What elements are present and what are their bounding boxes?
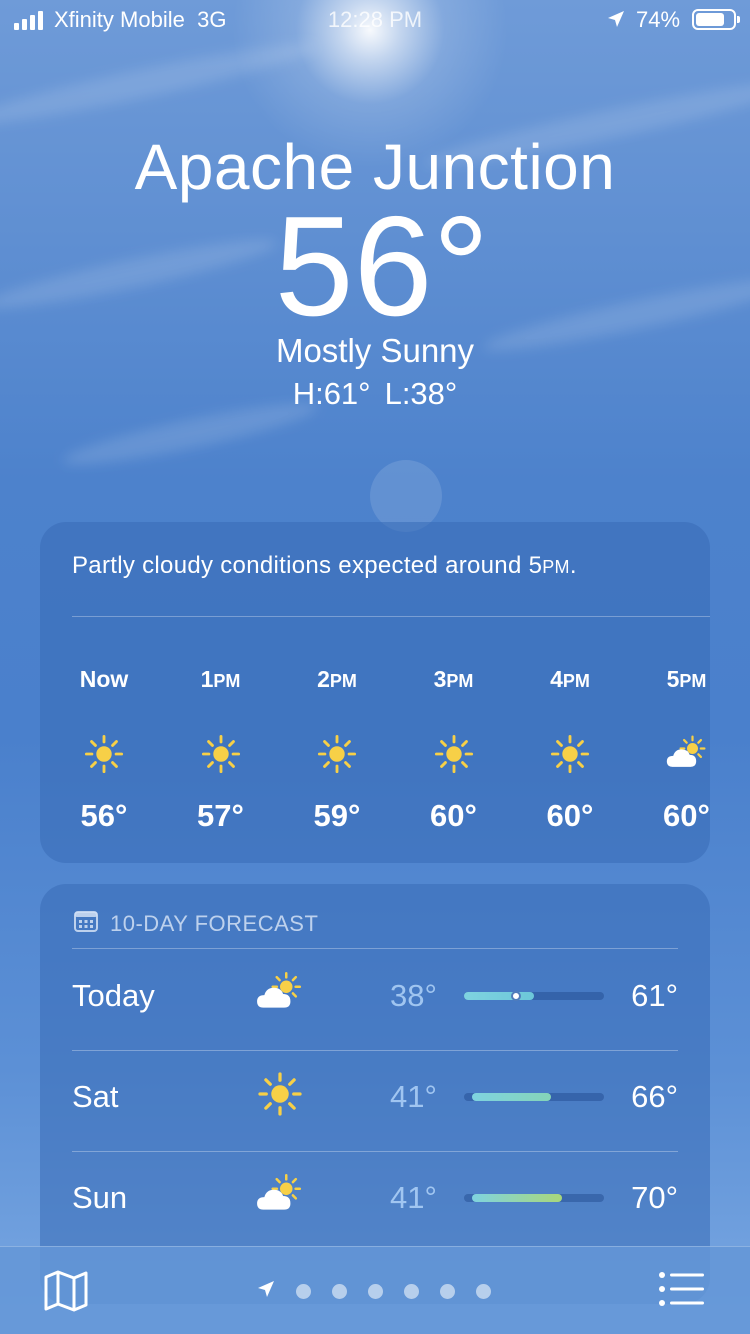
list-icon[interactable] <box>658 1271 708 1311</box>
forecast-day: Today <box>72 978 155 1013</box>
divider <box>72 948 678 949</box>
hour-item: 2PM 59° <box>289 666 385 834</box>
temperature-range-fill <box>472 1194 562 1202</box>
low-temp: L:38° <box>384 376 458 411</box>
ten-day-forecast-card[interactable]: 10-DAY FORECAST Today 38° 61° Sat 41° 66° Sun 4… <box>40 884 710 1304</box>
forecast-high: 70° <box>631 1180 678 1215</box>
hour-temperature: 60° <box>430 798 477 833</box>
divider <box>72 616 710 617</box>
forecast-day: Sun <box>72 1180 128 1215</box>
current-condition: Mostly Sunny <box>275 332 475 369</box>
hour-temperature: 60° <box>546 798 594 833</box>
forecast-day: Sat <box>72 1079 119 1114</box>
forecast-high: 61° <box>631 978 678 1013</box>
hour-item: 4PM 60° <box>522 666 618 834</box>
temperature-range-fill <box>464 992 534 1000</box>
hour-temperature: 56° <box>80 798 128 833</box>
hourly-forecast-card[interactable]: Partly cloudy conditions expected around… <box>40 522 710 863</box>
forecast-title: 10-DAY FORECAST <box>110 911 319 936</box>
hour-label: Now <box>79 666 129 692</box>
temperature-range-bar <box>464 1194 604 1202</box>
forecast-header: 10-DAY FORECAST <box>74 910 318 938</box>
forecast-row[interactable]: Sat 41° 66° <box>72 1051 678 1152</box>
calendar-icon <box>74 910 98 938</box>
location-arrow-icon <box>606 9 626 35</box>
sun-icon <box>406 732 502 784</box>
hour-item: 5PM 60° <box>639 666 711 834</box>
page-dot[interactable] <box>296 1284 311 1299</box>
forecast-row[interactable]: Today 38° 61° <box>72 950 678 1051</box>
hour-label: 5PM <box>666 666 707 692</box>
partly-cloudy-icon <box>639 732 711 784</box>
forecast-row[interactable]: Sun 41° 70° <box>72 1152 678 1252</box>
sun-icon <box>254 1069 306 1121</box>
hour-label: 3PM <box>433 666 474 692</box>
location-arrow-icon[interactable] <box>256 1279 276 1304</box>
page-dot[interactable] <box>404 1284 419 1299</box>
page-dot[interactable] <box>440 1284 455 1299</box>
battery-percentage: 74% <box>636 7 681 32</box>
partly-cloudy-icon <box>254 1170 306 1222</box>
sun-icon <box>56 732 152 784</box>
high-low: H:61° L:38° <box>0 376 750 412</box>
hour-label: 2PM <box>317 666 357 692</box>
map-icon[interactable] <box>42 1269 92 1313</box>
bottom-toolbar <box>0 1246 750 1334</box>
hour-item: 3PM 60° <box>406 666 502 834</box>
forecast-low: 38° <box>390 978 437 1013</box>
forecast-high: 66° <box>631 1079 678 1114</box>
hour-label: 1PM <box>200 666 241 692</box>
sun-icon <box>173 732 269 784</box>
page-dot[interactable] <box>332 1284 347 1299</box>
temperature-range-fill <box>472 1093 551 1101</box>
current-temp-marker <box>510 991 521 1001</box>
cloud-streak <box>0 32 319 136</box>
sun-icon <box>289 732 385 784</box>
hour-item: Now 56° <box>56 666 152 834</box>
high-temp: H:61° <box>292 376 371 411</box>
hour-temperature: 60° <box>663 798 710 833</box>
hour-temperature: 59° <box>313 798 361 833</box>
sun-icon <box>522 732 618 784</box>
partly-cloudy-icon <box>254 968 306 1020</box>
current-temperature: 56° <box>274 187 490 346</box>
battery-icon <box>692 9 740 30</box>
page-dot[interactable] <box>368 1284 383 1299</box>
hour-item: 1PM 57° <box>173 666 269 834</box>
page-dot[interactable] <box>476 1284 491 1299</box>
hour-temperature: 57° <box>197 798 244 833</box>
hour-label: 4PM <box>550 666 590 692</box>
temperature-range-bar <box>464 991 604 1001</box>
hourly-summary: Partly cloudy conditions expected around… <box>72 552 577 579</box>
forecast-low: 41° <box>390 1180 437 1215</box>
temperature-range-bar <box>464 1093 604 1101</box>
status-bar: Xfinity Mobile 3G 12:28 PM 74% <box>0 0 750 40</box>
forecast-low: 41° <box>390 1079 437 1114</box>
page-indicator[interactable] <box>256 1279 491 1304</box>
